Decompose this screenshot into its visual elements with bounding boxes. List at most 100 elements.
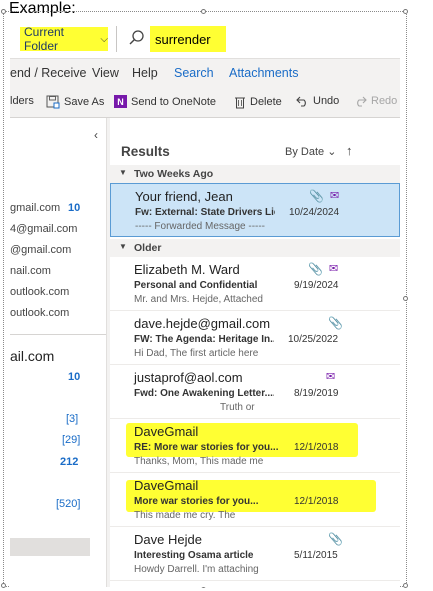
- sort-label: By Date: [285, 146, 325, 158]
- save-icon: [46, 95, 60, 109]
- forwarded-icon: ✉: [329, 190, 340, 202]
- message-preview: This made me cry. The: [134, 510, 236, 521]
- folder-pane: ‹ gmail.com 10 4@gmail.com @gmail.com na…: [10, 118, 107, 587]
- ribbon-tabs: end / Receive View Help Search Attachmen…: [10, 59, 400, 87]
- message-item[interactable]: dave.hejde@gmail.com 📎 FW: The Agenda: H…: [110, 311, 400, 365]
- message-sender: Dave Hejde: [134, 532, 202, 547]
- redo-icon: [357, 96, 367, 107]
- delete-button[interactable]: Delete: [234, 95, 282, 109]
- search-scope-dropdown[interactable]: Current Folder ⌵: [20, 25, 108, 53]
- account-item[interactable]: nail.com: [10, 265, 51, 277]
- message-flags: 📎: [328, 316, 343, 330]
- ribbon-commands: lders Save As N Send to OneNote Delete U…: [10, 87, 400, 118]
- message-preview: Thanks, Mom, This made me: [134, 456, 264, 467]
- divider: [10, 334, 106, 335]
- message-subject: Fw: External: State Drivers Lic...: [135, 207, 275, 218]
- message-flags: ✉: [326, 370, 335, 383]
- attachment-icon: 📎: [328, 532, 343, 546]
- forwarded-icon: ✉: [328, 263, 339, 275]
- undo-label: Undo: [313, 95, 340, 107]
- search-input[interactable]: surrender: [150, 26, 226, 52]
- group-label: Two Weeks Ago: [134, 168, 214, 180]
- message-item[interactable]: Elizabeth M. Ward 📎 ✉ Personal and Confi…: [110, 257, 400, 311]
- tab-help[interactable]: Help: [132, 66, 158, 80]
- message-date: 8/19/2019: [294, 388, 339, 399]
- message-date: 10/24/2024: [289, 207, 340, 218]
- message-item[interactable]: DaveGmail RE: More war stories for you..…: [110, 419, 400, 473]
- save-as-label: Save As: [64, 96, 105, 108]
- redo-button[interactable]: Redo: [354, 95, 397, 107]
- message-sender: dave.hejde@gmail.com: [134, 316, 271, 331]
- message-item[interactable]: Your friend, Jean 📎 ✉ Fw: External: Stat…: [110, 183, 400, 237]
- resize-handle[interactable]: [201, 9, 206, 14]
- sort-dropdown[interactable]: By Date ⌄: [285, 145, 336, 158]
- save-as-button[interactable]: Save As: [46, 95, 104, 109]
- tab-search[interactable]: Search: [174, 66, 214, 80]
- message-sender: justaprof@aol.com: [134, 370, 243, 385]
- send-to-onenote-button[interactable]: N Send to OneNote: [114, 95, 216, 108]
- resize-handle[interactable]: [403, 9, 408, 14]
- unread-count: 10: [68, 202, 81, 214]
- group-header[interactable]: ▼ Two Weeks Ago: [110, 165, 400, 183]
- resize-handle[interactable]: [403, 296, 408, 301]
- attachment-icon: 📎: [309, 189, 324, 203]
- message-item[interactable]: DaveGmail More war stories for you... 12…: [110, 473, 400, 527]
- tab-view[interactable]: View: [92, 66, 119, 80]
- folder-bar[interactable]: [10, 538, 90, 556]
- undo-icon: [296, 96, 306, 107]
- tab-attachments[interactable]: Attachments: [229, 66, 298, 80]
- message-subject: Personal and Confidential: [134, 280, 258, 291]
- undo-button[interactable]: Undo: [296, 95, 339, 107]
- message-flags: 📎 ✉: [309, 189, 339, 203]
- message-date: 5/11/2015: [294, 550, 338, 561]
- folders-button[interactable]: lders: [10, 95, 34, 107]
- onenote-icon: N: [114, 95, 127, 108]
- message-item[interactable]: justaprof@aol.com ✉ Fwd: One Awakening L…: [110, 365, 400, 419]
- message-subject: FW: The Agenda: Heritage In...: [134, 334, 274, 345]
- resize-handle[interactable]: [1, 583, 6, 588]
- message-item[interactable]: Dave Hejde 📎 Interesting Osama article 5…: [110, 527, 400, 581]
- resize-handle[interactable]: [403, 583, 408, 588]
- message-preview: Hi Dad, The first article here: [134, 348, 259, 359]
- account-header[interactable]: ail.com: [10, 348, 54, 364]
- message-date: 12/1/2018: [294, 442, 339, 453]
- resize-handle[interactable]: [1, 9, 6, 14]
- sort-direction-icon[interactable]: ↑: [346, 143, 353, 158]
- send-to-onenote-label: Send to OneNote: [131, 95, 217, 108]
- message-sender: Your friend, Jean: [135, 189, 233, 204]
- folder-count: [520]: [56, 498, 81, 510]
- message-sender: Elizabeth M. Ward: [134, 262, 240, 277]
- tab-send-receive[interactable]: end / Receive: [10, 66, 86, 80]
- forwarded-icon: ✉: [326, 371, 336, 383]
- folder-count: [29]: [62, 434, 81, 446]
- message-preview: Howdy Darrell. I'm attaching: [134, 564, 259, 575]
- folder-count: [3]: [66, 413, 79, 425]
- expand-chevron-icon: ▼: [119, 242, 127, 251]
- account-item[interactable]: 4@gmail.com: [10, 223, 77, 235]
- account-item[interactable]: outlook.com: [10, 307, 69, 319]
- message-subject: More war stories for you...: [134, 496, 259, 507]
- group-header[interactable]: ▼ Older: [110, 239, 400, 257]
- divider: [116, 26, 117, 52]
- message-sender: DaveGmail: [134, 478, 199, 493]
- chevron-down-icon: ⌄: [327, 146, 337, 158]
- message-preview: Mr. and Mrs. Hejde, Attached: [134, 294, 263, 305]
- account-item[interactable]: outlook.com: [10, 286, 69, 298]
- folders-label: lders: [10, 95, 34, 107]
- search-icon: [129, 30, 144, 45]
- message-list: Results By Date ⌄ ↑ ▼ Two Weeks Ago Your…: [110, 118, 400, 587]
- message-subject: RE: More war stories for you...: [134, 442, 279, 453]
- list-title: Results: [121, 144, 170, 159]
- message-subject: Fwd: One Awakening Letter....: [134, 388, 274, 399]
- message-flags: 📎: [328, 532, 343, 546]
- redo-label: Redo: [371, 95, 398, 107]
- search-scope-label: Current Folder: [24, 25, 65, 53]
- account-item[interactable]: @gmail.com: [10, 244, 71, 256]
- message-sender: DaveGmail: [134, 424, 199, 439]
- group-label: Older: [134, 242, 162, 254]
- expand-chevron-icon: ▼: [119, 168, 127, 177]
- account-item[interactable]: gmail.com: [10, 202, 60, 214]
- trash-icon: [235, 97, 245, 109]
- collapse-pane-chevron-icon[interactable]: ‹: [94, 128, 98, 142]
- chevron-down-icon: ⌵: [100, 33, 108, 45]
